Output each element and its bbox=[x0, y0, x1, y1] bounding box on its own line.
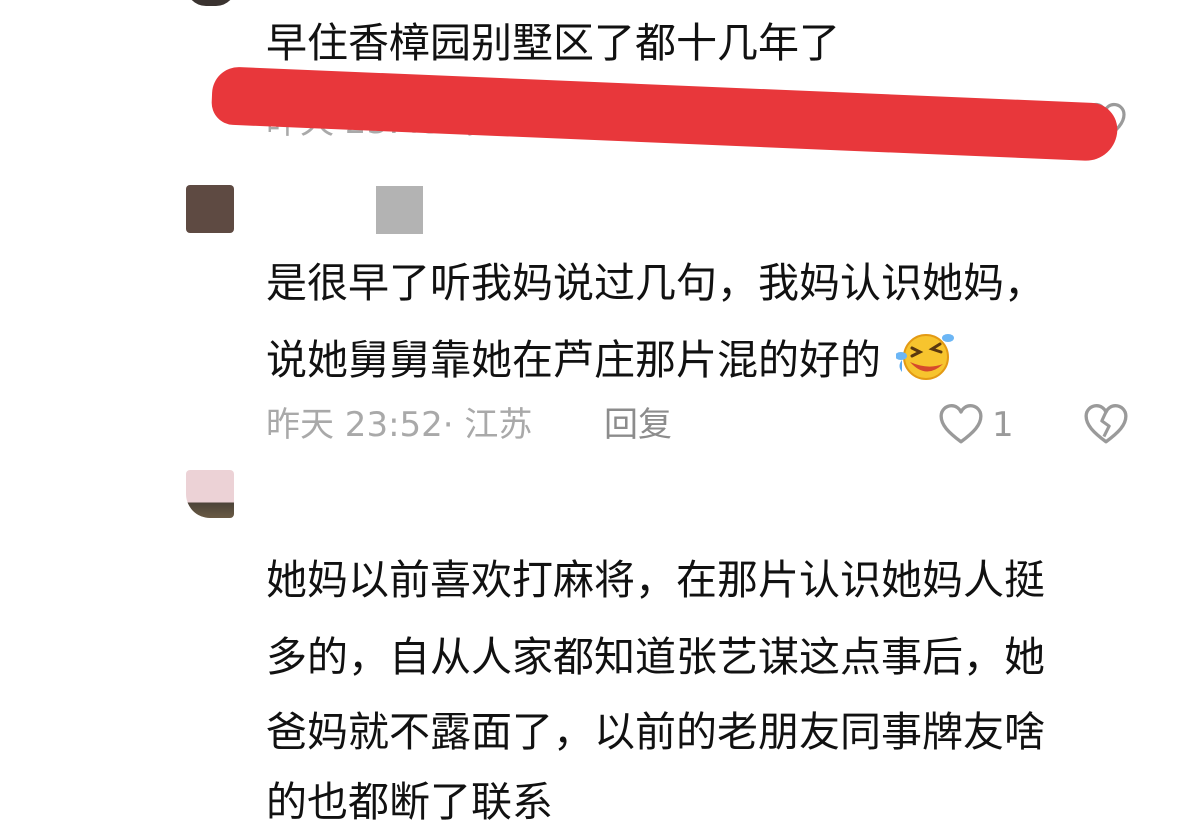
comment-text-line: 是很早了听我妈说过几句，我妈认识她妈， bbox=[266, 259, 1045, 307]
heart-outline-icon bbox=[939, 404, 983, 444]
dislike-button[interactable] bbox=[1083, 403, 1129, 445]
like-count: 1 bbox=[992, 405, 1014, 445]
username-redaction bbox=[376, 186, 423, 234]
comment-text-line: 说她舅舅靠她在芦庄那片混的好的 bbox=[266, 336, 881, 384]
avatar[interactable] bbox=[186, 470, 234, 518]
comment-text-line: 的也都断了联系 bbox=[266, 778, 553, 826]
comment-text: 早住香樟园别墅区了都十几年了 bbox=[266, 19, 840, 67]
avatar[interactable] bbox=[186, 0, 236, 6]
like-button[interactable]: 1 bbox=[938, 403, 1014, 445]
comment-timestamp: 昨天 23:52 bbox=[266, 405, 443, 445]
comment-text-line: 说她舅舅靠她在芦庄那片混的好的 bbox=[266, 322, 955, 391]
redaction-mark bbox=[210, 66, 1119, 162]
comment-text-line: 她妈以前喜欢打麻将，在那片认识她妈人挺 bbox=[266, 556, 1045, 604]
broken-heart-icon bbox=[1084, 404, 1128, 444]
comment-text-line: 爸妈就不露面了，以前的老朋友同事牌友啥 bbox=[266, 708, 1045, 756]
reply-button[interactable]: 回复 bbox=[604, 405, 672, 445]
comment-location: 江苏 bbox=[464, 405, 533, 445]
comment-text-line: 多的，自从人家都知道张艺谋这点事后，她 bbox=[266, 633, 1045, 681]
rolling-on-floor-laughing-emoji bbox=[895, 330, 956, 399]
comment-meta: 昨天 23:52· 江苏 回复 bbox=[266, 405, 672, 445]
avatar[interactable] bbox=[186, 185, 234, 233]
